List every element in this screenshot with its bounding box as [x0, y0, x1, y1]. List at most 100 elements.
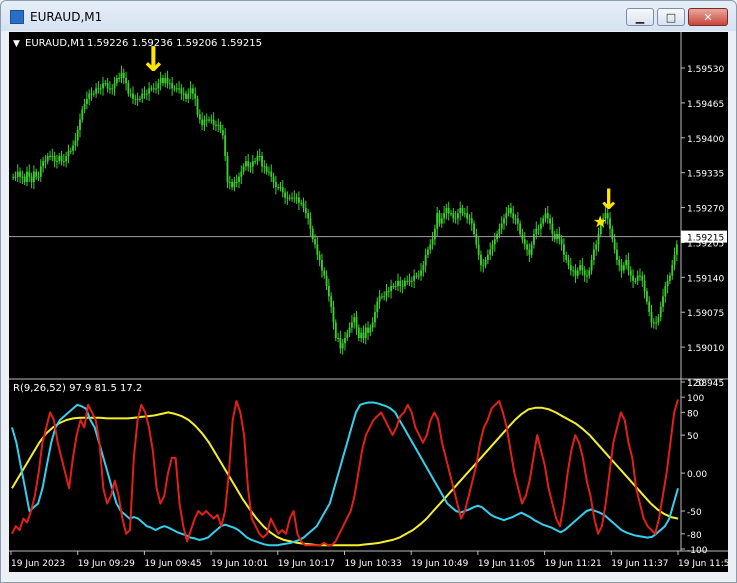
time-tick-label: 19 Jun 11:21: [545, 559, 602, 569]
candle-body: [574, 270, 577, 276]
chart-area[interactable]: 1.59530 1.59465 1.59400 1.59335 1.59270 1.592…: [9, 32, 735, 572]
candle-body: [334, 322, 337, 338]
maximize-button[interactable]: □: [657, 8, 685, 26]
candle-body: [387, 291, 390, 293]
candle-body: [535, 228, 538, 234]
candle-body: [143, 93, 146, 95]
candle-body: [127, 83, 130, 94]
candle-body: [657, 317, 660, 323]
candle-body: [318, 254, 321, 260]
candle-body: [459, 208, 462, 214]
candle-body: [242, 166, 245, 172]
minimize-button[interactable]: ▁: [626, 8, 654, 26]
price-chart[interactable]: 1.59530 1.59465 1.59400 1.59335 1.59270 1.592…: [9, 32, 735, 572]
candle-body: [198, 114, 201, 120]
candle-body: [136, 98, 139, 100]
candle-body: [438, 213, 441, 224]
time-tick-label: 19 Jun 2023: [11, 559, 65, 569]
candle-body: [281, 187, 284, 193]
price-tick-label: 1.59075: [687, 309, 724, 319]
candle-body: [58, 156, 61, 162]
collapse-icon[interactable]: ▼: [13, 39, 20, 49]
candle-body: [138, 98, 141, 100]
candle-body: [182, 93, 185, 95]
candle-body: [132, 93, 134, 99]
candle-body: [99, 88, 102, 90]
candle-body: [67, 150, 70, 156]
candle-body: [141, 93, 144, 99]
candle-body: [30, 176, 33, 182]
candle-body: [189, 88, 192, 94]
candle-body: [484, 260, 487, 266]
candle-body: [113, 83, 116, 89]
candle-body: [46, 156, 49, 162]
candle-body: [666, 280, 669, 286]
time-tick-label: 19 Jun 10:33: [345, 559, 402, 569]
candle-body: [231, 182, 234, 188]
candle-body: [157, 83, 160, 89]
candle-body: [401, 286, 404, 287]
candle-body: [120, 72, 123, 78]
chart-ohlc: 1.59226 1.59236 1.59206 1.59215: [87, 38, 262, 49]
candle-body: [323, 270, 326, 276]
candle-body: [463, 213, 466, 215]
title-bar[interactable]: EURAUD,M1 ▁ □ ✕: [1, 1, 736, 31]
candle-body: [74, 140, 77, 146]
candle-body: [655, 322, 658, 324]
candle-body: [544, 213, 547, 219]
candle-body: [526, 244, 528, 250]
candle-body: [445, 208, 448, 214]
candle-body: [327, 286, 330, 297]
candle-body: [664, 286, 667, 297]
candle-body: [516, 218, 519, 224]
candle-body: [205, 119, 208, 121]
candle-body: [470, 218, 473, 224]
candle-body: [168, 83, 171, 85]
candle-body: [477, 244, 480, 255]
candle-body: [258, 156, 261, 157]
chart-symbol: EURAUD,M1: [25, 38, 85, 49]
candle-body: [597, 234, 600, 245]
candle-body: [673, 254, 676, 266]
close-button[interactable]: ✕: [688, 8, 728, 26]
candle-body: [129, 93, 132, 95]
candle-body: [500, 223, 503, 229]
time-tick-label: 19 Jun 11:37: [611, 559, 668, 569]
candle-body: [643, 280, 646, 292]
candle-body: [648, 301, 651, 312]
indicator-tick-label: -100: [687, 546, 708, 556]
candle-body: [268, 171, 270, 173]
time-tick-label: 19 Jun 11:53: [678, 559, 728, 569]
candle-body: [454, 218, 457, 220]
candle-body: [217, 124, 220, 126]
candle-body: [60, 156, 63, 162]
candle-body: [215, 124, 217, 126]
candle-body: [65, 156, 68, 162]
candle-body: [671, 265, 674, 276]
candle-body: [244, 161, 247, 167]
candle-body: [180, 88, 183, 94]
candle-body: [675, 244, 678, 255]
candle-body: [549, 218, 552, 224]
candle-body: [537, 228, 540, 230]
candle-body: [588, 270, 591, 276]
indicator-tick-label: 120: [687, 379, 704, 389]
candle-body: [394, 286, 397, 287]
candle-body: [185, 93, 187, 99]
candle-body: [636, 275, 639, 281]
candle-body: [332, 306, 335, 323]
candle-body: [360, 332, 363, 338]
candle-body: [572, 270, 575, 272]
candle-body: [362, 332, 365, 338]
candle-body: [274, 182, 277, 188]
candle-body: [208, 119, 210, 121]
candle-body: [417, 275, 420, 277]
candle-body: [486, 254, 489, 260]
candle-body: [316, 244, 319, 255]
candle-body: [491, 244, 494, 250]
candle-body: [622, 265, 625, 271]
candle-body: [413, 275, 416, 281]
candle-body: [450, 213, 452, 215]
candle-body: [415, 275, 418, 277]
price-tick-label: 1.59465: [687, 100, 724, 110]
